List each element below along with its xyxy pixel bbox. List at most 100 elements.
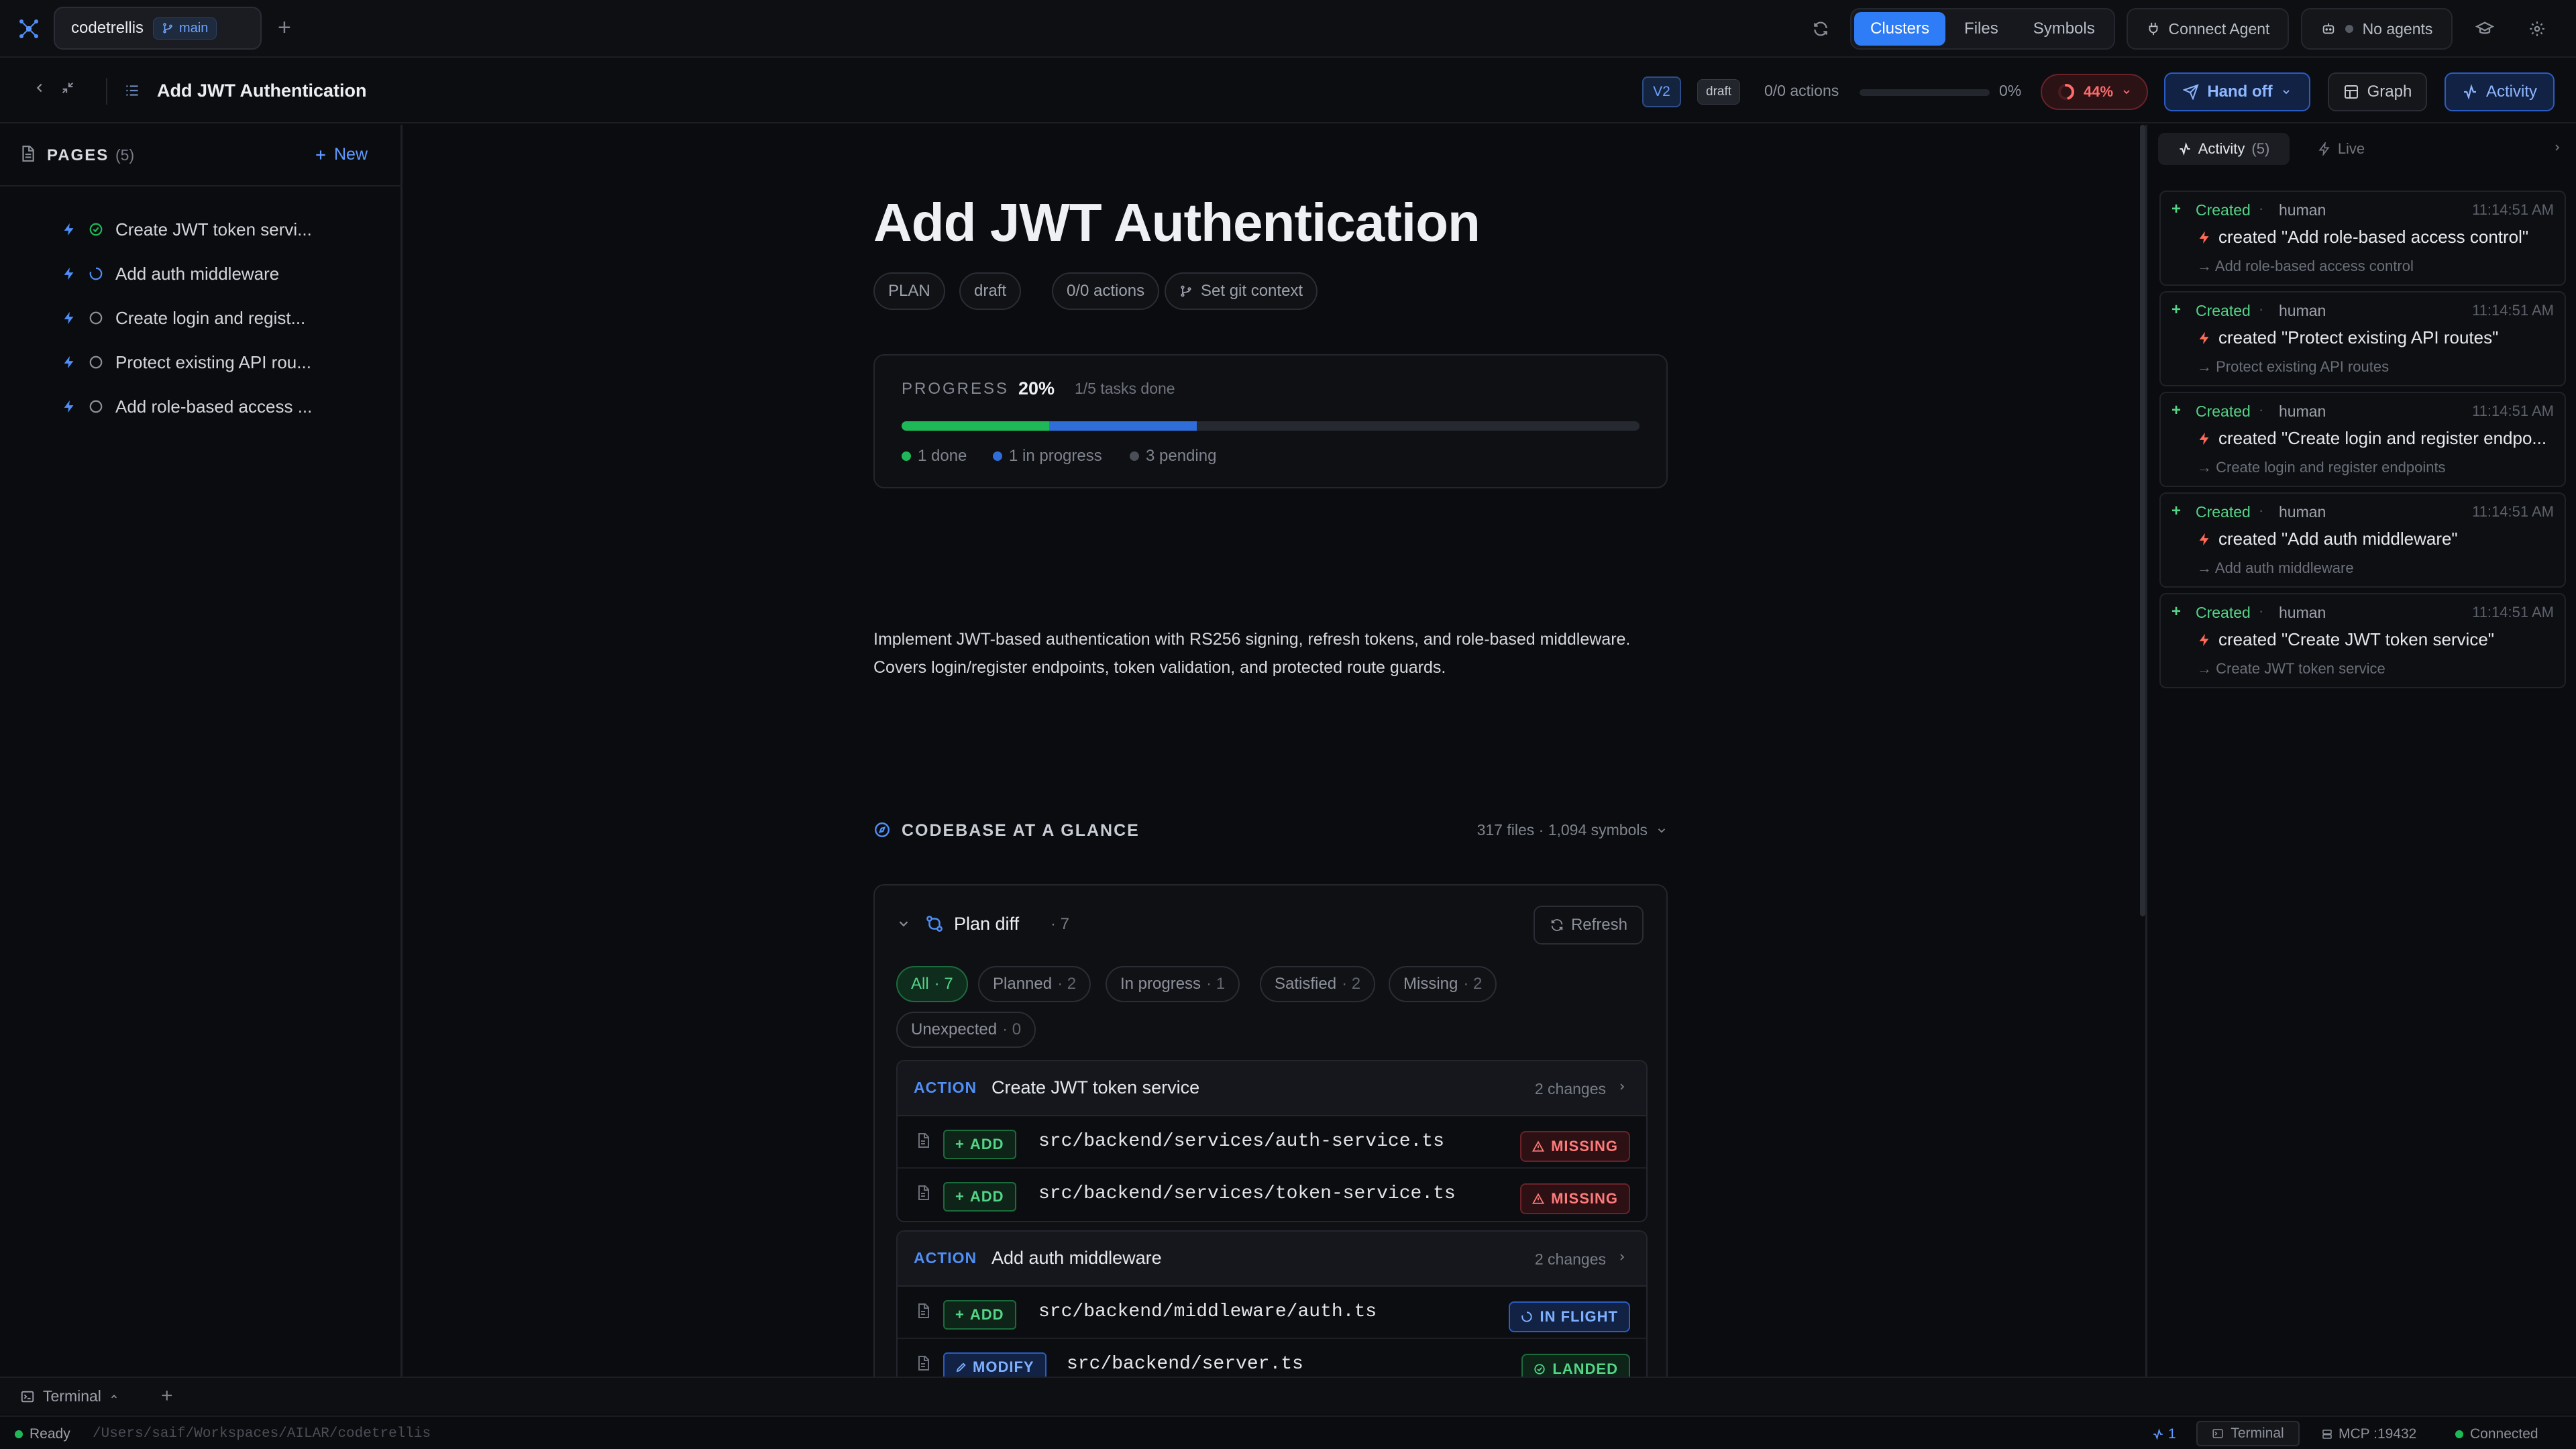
activity-target: → Protect existing API routes [2197,358,2390,375]
action-header[interactable]: ACTION Add auth middleware 2 changes [898,1232,1646,1287]
collapse-panel-button[interactable] [2552,142,2563,153]
page-item[interactable]: Add auth middleware [62,255,390,292]
terminal-tab-label: Terminal [43,1387,101,1405]
document-toolbar: Add JWT Authentication V2 draft 0/0 acti… [0,59,2576,123]
page-item[interactable]: Add role-based access ... [62,388,390,425]
filter-all[interactable]: All · 7 [896,966,968,1002]
activity-item[interactable]: + Created · human 11:14:51 AM created "Protec… [2159,291,2566,386]
graph-button[interactable]: Graph [2328,72,2427,111]
actions-progress-bar [1860,89,1990,96]
diff-file-row[interactable]: MODIFY src/backend/server.ts LANDED [898,1339,1646,1377]
action-header[interactable]: ACTION Create JWT token service 2 changes [898,1061,1646,1116]
file-path: src/backend/services/token-service.ts [1038,1183,1456,1204]
filter-missing[interactable]: Missing · 2 [1389,966,1497,1002]
collapse-plan-diff-button[interactable] [896,916,911,931]
main-content: Add JWT Authentication PLAN draft 0/0 ac… [405,125,2144,1377]
landed-icon [1534,1363,1546,1375]
filter-in-progress[interactable]: In progress · 1 [1106,966,1240,1002]
mcp-label: MCP :19432 [2339,1426,2417,1442]
diff-file-row[interactable]: + ADD src/backend/middleware/auth.ts IN FLI… [898,1287,1646,1339]
diff-file-row[interactable]: + ADD src/backend/services/auth-service.ts… [898,1116,1646,1169]
refresh-button[interactable]: Refresh [1534,906,1644,945]
activity-item[interactable]: + Created · human 11:14:51 AM created "Create… [2159,392,2566,487]
file-icon [915,1303,931,1319]
no-agents-label: No agents [2362,19,2433,38]
view-files-button[interactable]: Files [1948,12,2015,46]
file-status-badge: IN FLIGHT [1509,1301,1630,1332]
file-path: src/backend/services/auth-service.ts [1038,1131,1444,1152]
bolt-icon [62,355,76,370]
tab-activity[interactable]: Activity (5) [2158,133,2290,165]
terminal-tab[interactable]: Terminal [20,1387,119,1405]
mcp-status[interactable]: MCP :19432 [2321,1426,2416,1442]
collapse-button[interactable] [60,80,75,95]
activity-message-row: created "Add role-based access control" [2197,227,2559,248]
op-label: ADD [969,1188,1004,1205]
filter-unexpected[interactable]: Unexpected · 0 [896,1012,1036,1048]
file-status-badge: LANDED [1521,1354,1630,1377]
add-tab-button[interactable]: + [278,16,291,39]
activity-button[interactable]: Activity [2445,72,2555,111]
plus-icon: + [2171,200,2182,218]
activity-item[interactable]: + Created · human 11:14:51 AM created "Create… [2159,593,2566,688]
action-tag: ACTION [914,1079,977,1096]
connect-agent-button[interactable]: Connect Agent [2127,8,2289,50]
activity-message: created "Protect existing API routes" [2218,327,2499,347]
action-group: ACTION Add auth middleware 2 changes + ADD sr… [896,1230,1648,1377]
in-progress-status-icon [89,266,103,281]
filter-label: Satisfied [1275,975,1337,993]
activity-target: → Add auth middleware [2197,559,2354,576]
pencil-icon [955,1361,967,1373]
activity-message-row: created "Create JWT token service" [2197,629,2559,650]
chevron-down-icon [2283,90,2290,95]
activity-message: created "Create JWT token service" [2218,629,2495,649]
filter-label: In progress [1120,975,1201,993]
hand-off-button[interactable]: Hand off [2164,72,2310,111]
view-clusters-button[interactable]: Clusters [1854,12,1946,46]
filter-planned[interactable]: Planned · 2 [978,966,1091,1002]
connection-status: Connected [2455,1426,2538,1442]
agents-status-button[interactable]: No agents [2301,8,2453,50]
activity-message-row: created "Protect existing API routes" [2197,327,2559,348]
page-item[interactable]: Create JWT token servi... [62,211,390,248]
legend-inprogress-label: 1 in progress [1009,447,1102,465]
branch-indicator-count: 1 [2168,1426,2176,1442]
op-label: MODIFY [973,1358,1034,1375]
actions-chip: 0/0 actions [1052,272,1160,310]
draft-chip: draft [959,272,1022,310]
tab-live[interactable]: Live [2304,133,2378,165]
filter-label: Unexpected [911,1020,998,1038]
inprogress-dot [993,451,1002,461]
app-logo[interactable] [15,15,43,43]
status-terminal-button[interactable]: Terminal [2196,1421,2300,1446]
new-terminal-button[interactable]: + [161,1385,173,1407]
set-git-context-button[interactable]: Set git context [1165,272,1318,310]
page-item[interactable]: Create login and regist... [62,299,390,337]
codebase-glance-header[interactable]: CODEBASE AT A GLANCE 317 files · 1,094 s… [873,816,1668,843]
activity-author: human [2279,402,2326,420]
filter-satisfied[interactable]: Satisfied · 2 [1260,966,1376,1002]
view-symbols-button[interactable]: Symbols [2017,12,2111,46]
page-item[interactable]: Protect existing API rou... [62,343,390,381]
sync-button[interactable] [1805,8,1837,50]
diff-file-row[interactable]: + ADD src/backend/services/token-service.t… [898,1169,1646,1221]
file-path: src/backend/middleware/auth.ts [1038,1301,1377,1322]
repo-tab[interactable]: codetrellis main [54,7,262,50]
new-page-button[interactable]: New [314,145,368,164]
activity-kind: Created [2196,604,2251,621]
minimize-icon [62,82,74,94]
activity-item[interactable]: + Created · human 11:14:51 AM created "Add au… [2159,492,2566,588]
overall-progress-button[interactable]: 44% [2041,74,2148,110]
activity-time: 11:14:51 AM [2472,402,2554,419]
activity-item[interactable]: + Created · human 11:14:51 AM created "Add ro… [2159,191,2566,286]
branch-badge[interactable]: main [153,17,217,40]
back-button[interactable] [32,80,47,95]
plus-icon: + [955,1188,965,1205]
branch-indicator[interactable]: 1 [2152,1426,2176,1442]
learn-button[interactable] [2470,8,2500,50]
main-scrollbar[interactable] [2140,125,2145,916]
version-badge[interactable]: V2 [1642,76,1681,107]
settings-button[interactable] [2522,8,2552,50]
op-label: ADD [969,1136,1004,1152]
plan-chip: PLAN [873,272,945,310]
